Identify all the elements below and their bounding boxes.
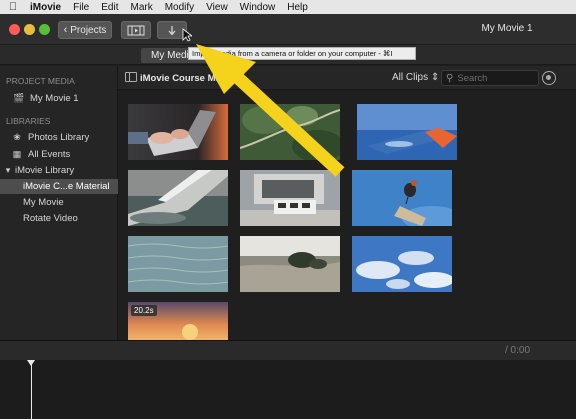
libraries-heading: LIBRARIES <box>6 116 51 126</box>
sidebar-item-label: iMovie C...e Material <box>23 181 110 192</box>
search-icon: ⚲ <box>446 72 454 84</box>
sidebar-item-course-material[interactable]: iMovie C...e Material <box>0 179 118 194</box>
star-icon: ▦ <box>12 149 22 159</box>
chevron-left-icon: ‹ <box>63 24 68 36</box>
mouse-cursor-icon <box>182 28 192 42</box>
menu-imovie[interactable]: iMovie <box>26 2 69 13</box>
timeline-header: / 0:00 <box>0 340 576 360</box>
clip-thumbnail-beach-rocks[interactable] <box>240 236 340 292</box>
menu-modify[interactable]: Modify <box>161 2 202 13</box>
sidebar: PROJECT MEDIA 🎬 My Movie 1 LIBRARIES ❀ P… <box>0 66 118 340</box>
sidebar-item-my-movie[interactable]: My Movie <box>0 195 118 210</box>
sidebar-item-imovie-library[interactable]: ▾ iMovie Library <box>0 163 118 178</box>
media-browser: 20.2s <box>118 90 576 340</box>
close-window-button[interactable] <box>9 24 20 35</box>
clip-thumbnail-sunset[interactable]: 20.2s <box>128 302 228 340</box>
gear-icon[interactable] <box>542 71 556 85</box>
menu-view[interactable]: View <box>202 2 236 13</box>
project-media-heading: PROJECT MEDIA <box>6 76 75 86</box>
clip-thumbnail-bird-bottle[interactable] <box>352 170 452 226</box>
clip-thumbnail-water-ripples[interactable] <box>128 236 228 292</box>
sidebar-item-label: My Movie <box>23 197 64 208</box>
search-input[interactable]: ⚲ Search <box>441 70 539 86</box>
playhead[interactable] <box>31 363 32 419</box>
projects-button[interactable]: ‹ Projects <box>58 21 112 39</box>
menu-edit[interactable]: Edit <box>97 2 126 13</box>
timecode: / 0:00 <box>505 345 531 356</box>
minimize-window-button[interactable] <box>24 24 35 35</box>
zoom-window-button[interactable] <box>39 24 50 35</box>
clip-thumbnail-laptop[interactable] <box>128 104 228 160</box>
clip-thumbnail-boat-bow[interactable] <box>128 170 228 226</box>
disclosure-triangle-icon[interactable]: ▾ <box>3 165 13 176</box>
sidebar-item-label: All Events <box>28 149 71 160</box>
sidebar-item-photos-library[interactable]: ❀ Photos Library <box>0 130 118 145</box>
clip-duration-badge: 20.2s <box>131 305 157 316</box>
clip-thumbnail-clouds[interactable] <box>352 236 452 292</box>
browser-header: iMovie Course Material All Clips ⇕ ⚲ Sea… <box>118 66 576 90</box>
clip-filter-label: All Clips <box>392 72 429 83</box>
sidebar-item-label: iMovie Library <box>15 165 75 176</box>
library-title: iMovie Course Material <box>140 73 244 84</box>
updown-chevron-icon: ⇕ <box>430 72 440 83</box>
apple-icon[interactable]:  <box>0 1 26 13</box>
clip-thumbnail-kayak[interactable] <box>357 104 457 160</box>
sidebar-item-all-events[interactable]: ▦ All Events <box>0 147 118 162</box>
sidebar-item-project[interactable]: 🎬 My Movie 1 <box>0 91 118 106</box>
search-placeholder: Search <box>457 72 488 84</box>
timeline[interactable] <box>0 360 576 419</box>
clip-thumbnail-aerial-forest[interactable] <box>240 104 340 160</box>
sidebar-toggle-icon[interactable] <box>125 72 137 82</box>
menu-file[interactable]: File <box>69 2 97 13</box>
menu-window[interactable]: Window <box>236 2 284 13</box>
sidebar-item-rotate-video[interactable]: Rotate Video <box>0 211 118 226</box>
menu-mark[interactable]: Mark <box>126 2 160 13</box>
window-title: My Movie 1 <box>481 23 533 34</box>
download-arrow-icon <box>168 25 176 35</box>
clapper-icon: 🎬 <box>13 93 25 103</box>
toolbar: ‹ Projects My Movie 1 <box>0 14 576 45</box>
menu-bar:  iMovie File Edit Mark Modify View Wind… <box>0 0 576 14</box>
sidebar-item-label: My Movie 1 <box>30 93 79 104</box>
clip-thumbnail-museum-tram[interactable] <box>240 170 340 226</box>
import-tooltip: Import media from a camera or folder on … <box>188 47 416 60</box>
clip-filter-dropdown[interactable]: All Clips ⇕ <box>392 72 439 83</box>
sidebar-item-label: Photos Library <box>28 132 90 143</box>
sidebar-item-label: Rotate Video <box>23 213 78 224</box>
photos-icon: ❀ <box>13 132 21 142</box>
menu-help[interactable]: Help <box>283 2 316 13</box>
projects-button-label: Projects <box>70 24 107 36</box>
media-browser-button[interactable] <box>121 21 151 39</box>
film-strip-icon <box>127 25 145 35</box>
